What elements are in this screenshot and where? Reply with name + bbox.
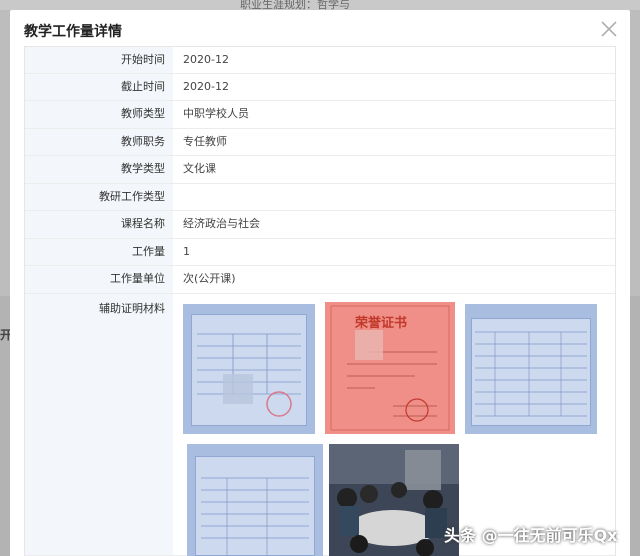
field-value: 1 <box>183 245 190 258</box>
attachment-thumbnail-2[interactable]: 荣誉证书 <box>325 302 455 434</box>
field-value: 次(公开课) <box>183 272 236 285</box>
attachment-thumbnail-1[interactable] <box>183 304 315 434</box>
field-label: 教学类型 <box>25 156 173 183</box>
field-label: 教师职务 <box>25 129 173 155</box>
field-row-workload: 工作量 1 <box>25 239 615 266</box>
field-value: 文化课 <box>183 162 216 175</box>
field-row-course-name: 课程名称 经济政治与社会 <box>25 211 615 239</box>
field-row-teacher-position: 教师职务 专任教师 <box>25 129 615 156</box>
attachment-thumbnail-5[interactable] <box>329 444 459 556</box>
field-value: 经济政治与社会 <box>183 217 260 230</box>
field-row-start-time: 开始时间 2020-12 <box>25 47 615 74</box>
field-label: 教研工作类型 <box>25 184 173 210</box>
modal-title: 教学工作量详情 <box>24 24 122 40</box>
field-value: 中职学校人员 <box>183 107 249 120</box>
field-row-end-time: 截止时间 2020-12 <box>25 74 615 101</box>
field-row-attachments: 辅助证明材料 荣誉证书 <box>25 294 615 556</box>
field-value: 专任教师 <box>183 135 227 148</box>
attachment-thumbnail-3[interactable] <box>465 304 597 434</box>
watermark-text: 头条 @一往无前可乐Qx <box>444 526 618 545</box>
field-value: 2020-12 <box>183 53 229 66</box>
field-value: 2020-12 <box>183 80 229 93</box>
field-row-teaching-type: 教学类型 文化课 <box>25 156 615 184</box>
field-row-research-type: 教研工作类型 <box>25 184 615 211</box>
certificate-preview-icon <box>330 305 450 431</box>
field-label: 截止时间 <box>25 74 173 100</box>
field-label: 工作量 <box>25 239 173 265</box>
field-label: 教师类型 <box>25 101 173 128</box>
modal-header: 教学工作量详情 <box>10 10 630 50</box>
classroom-photo <box>329 444 459 556</box>
detail-table: 开始时间 2020-12 截止时间 2020-12 教师类型 中职学校人员 教师… <box>24 46 616 556</box>
field-label: 辅助证明材料 <box>25 294 173 555</box>
attachment-thumbnail-4[interactable] <box>187 444 323 556</box>
field-row-workload-unit: 工作量单位 次(公开课) <box>25 266 615 294</box>
field-label: 开始时间 <box>25 47 173 73</box>
field-row-teacher-type: 教师类型 中职学校人员 <box>25 101 615 129</box>
background-page-strip: 职业生涯规划：哲学与 <box>0 0 640 11</box>
document-preview-icon <box>201 477 309 556</box>
close-button[interactable] <box>598 18 620 40</box>
document-preview-icon <box>197 333 301 417</box>
field-label: 工作量单位 <box>25 266 173 293</box>
workload-detail-modal: 教学工作量详情 开始时间 2020-12 截止时间 2020-12 教师类型 中… <box>10 10 630 556</box>
close-icon <box>601 21 617 37</box>
table-preview-icon <box>475 331 587 417</box>
field-label: 课程名称 <box>25 211 173 238</box>
